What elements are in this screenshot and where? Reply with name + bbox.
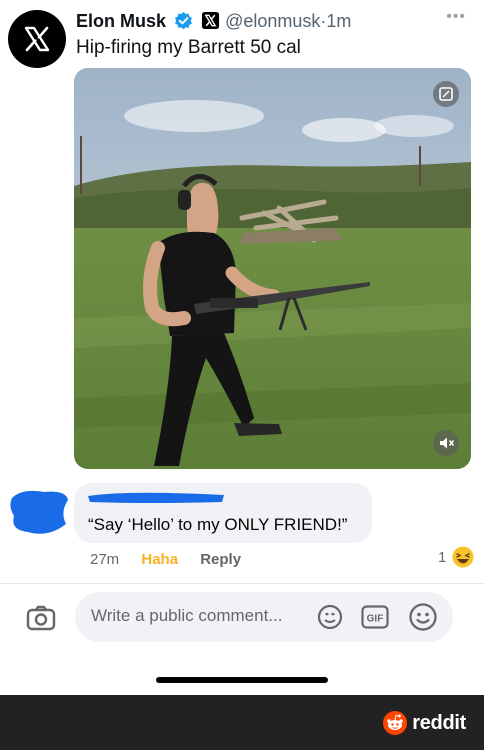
- reddit-logo: reddit: [383, 711, 466, 735]
- verified-badge-icon: [174, 11, 193, 35]
- emoji-icon[interactable]: [408, 602, 438, 632]
- camera-icon[interactable]: [25, 602, 57, 634]
- comment-composer[interactable]: [75, 592, 453, 642]
- divider: [0, 583, 484, 584]
- tweet-header: Elon Musk @elonmusk·1m: [76, 10, 351, 35]
- author-avatar[interactable]: [8, 10, 66, 68]
- author-name[interactable]: Elon Musk: [76, 11, 166, 31]
- author-handle[interactable]: @elonmusk: [225, 11, 320, 31]
- gif-indicator-icon[interactable]: [433, 81, 459, 107]
- commenter-name[interactable]: [86, 490, 226, 504]
- x-logo-icon: [24, 26, 50, 52]
- haha-reaction-button[interactable]: Haha: [141, 551, 178, 568]
- comment-actions: 27m Haha Reply: [90, 550, 259, 570]
- home-indicator[interactable]: [156, 677, 328, 683]
- comment-time[interactable]: 27m: [90, 551, 119, 568]
- tweet-video[interactable]: [74, 68, 471, 469]
- svg-text:GIF: GIF: [367, 614, 384, 625]
- reddit-wordmark: reddit: [412, 711, 466, 734]
- reddit-watermark-bar: reddit: [0, 695, 484, 750]
- comment-input[interactable]: [91, 606, 321, 626]
- avatar-sticker-icon[interactable]: [316, 603, 344, 631]
- gif-button-icon[interactable]: GIF: [361, 605, 389, 629]
- mute-icon[interactable]: [433, 430, 459, 456]
- tweet-text: Hip-firing my Barrett 50 cal: [76, 37, 301, 58]
- reddit-snoo-icon: [383, 711, 408, 735]
- haha-emoji-icon[interactable]: [452, 546, 474, 568]
- reply-button[interactable]: Reply: [200, 551, 241, 568]
- more-options-icon[interactable]: •••: [446, 8, 466, 26]
- tweet-time[interactable]: 1m: [326, 11, 351, 31]
- commenter-avatar[interactable]: [8, 486, 70, 538]
- comment-text: “Say ‘Hello’ to my ONLY FRIEND!”: [88, 515, 348, 534]
- reaction-count[interactable]: 1: [438, 549, 446, 566]
- video-frame: [74, 68, 471, 469]
- x-affiliate-badge-icon: [201, 11, 220, 35]
